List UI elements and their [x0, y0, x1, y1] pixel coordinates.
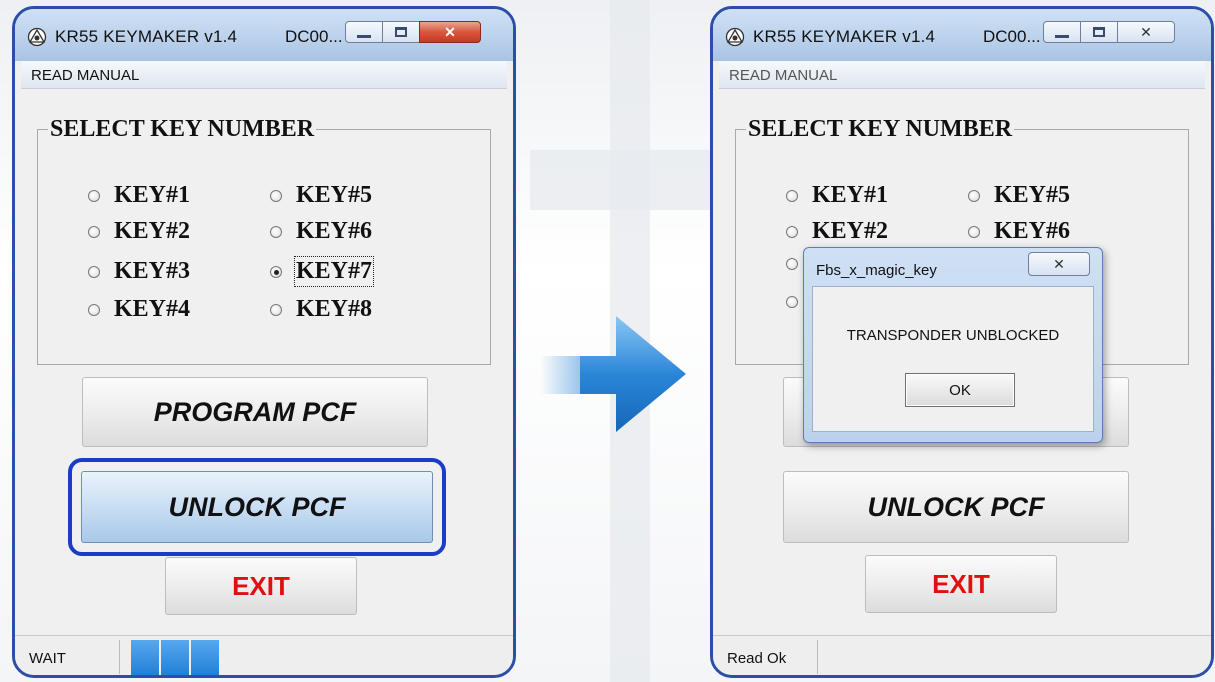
unlock-pcf-button[interactable]: UNLOCK PCF: [81, 471, 433, 543]
maximize-icon: [1093, 27, 1105, 37]
close-button[interactable]: ✕: [419, 21, 481, 43]
radio-label: KEY#1: [114, 182, 191, 208]
keymaker-app-icon: [27, 27, 47, 47]
radio-dot[interactable]: [786, 225, 798, 238]
radio-key-4[interactable]: KEY#4: [88, 296, 190, 323]
radio-label: KEY#5: [296, 182, 373, 208]
message-dialog: Fbs_x_magic_key ✕ TRANSPONDER UNBLOCKED …: [803, 247, 1103, 443]
dialog-body: TRANSPONDER UNBLOCKED OK: [812, 286, 1094, 432]
key-select-group: SELECT KEY NUMBER KEY#1 KEY#2 KEY#3 KEY#…: [37, 116, 491, 365]
radio-label: KEY#7: [293, 256, 375, 287]
radio-dot-checked[interactable]: [270, 265, 282, 278]
radio-dot[interactable]: [786, 258, 798, 270]
group-title: SELECT KEY NUMBER: [48, 116, 317, 143]
keymaker-window-before: KR55 KEYMAKER v1.4 DC00... ✕ READ MANUAL…: [12, 6, 516, 678]
window-title-extra: DC00...: [983, 27, 1041, 46]
radio-key-1[interactable]: KEY#1: [88, 182, 190, 209]
close-icon: ✕: [1053, 255, 1065, 272]
close-icon: ✕: [444, 23, 456, 40]
radio-dot[interactable]: [968, 189, 980, 202]
close-icon: ✕: [1140, 23, 1152, 40]
radio-key-2[interactable]: KEY#2: [786, 218, 888, 245]
status-text: WAIT: [29, 650, 66, 667]
radio-dot[interactable]: [88, 189, 100, 202]
menu-bar: READ MANUAL: [719, 61, 1205, 89]
title-bar[interactable]: KR55 KEYMAKER v1.4 DC00... ✕: [15, 9, 513, 61]
status-text: Read Ok: [727, 650, 787, 667]
status-divider: [119, 640, 120, 674]
radio-label: KEY#2: [114, 218, 191, 244]
exit-button[interactable]: EXIT: [165, 557, 357, 615]
radio-key-3[interactable]: KEY#3: [88, 258, 190, 285]
radio-label: KEY#5: [994, 182, 1071, 208]
radio-label: KEY#3: [114, 258, 191, 284]
minimize-button[interactable]: [345, 21, 383, 43]
maximize-icon: [395, 27, 407, 37]
program-pcf-button[interactable]: PROGRAM PCF: [82, 377, 428, 447]
radio-key-5[interactable]: KEY#5: [968, 182, 1070, 209]
keymaker-window-after: KR55 KEYMAKER v1.4 DC00... ✕ READ MANUAL…: [710, 6, 1214, 678]
progress-fill: [131, 640, 221, 675]
exit-button[interactable]: EXIT: [865, 555, 1057, 613]
dialog-close-button[interactable]: ✕: [1028, 252, 1090, 276]
radio-dot[interactable]: [88, 303, 100, 316]
status-divider: [817, 640, 818, 674]
keymaker-app-icon: [725, 27, 745, 47]
radio-label: KEY#4: [114, 296, 191, 322]
radio-key-6[interactable]: KEY#6: [270, 218, 372, 245]
maximize-button[interactable]: [1080, 21, 1118, 43]
radio-dot[interactable]: [968, 225, 980, 238]
background-panel: [530, 150, 710, 210]
radio-key-7[interactable]: KEY#7: [270, 256, 375, 287]
window-title-extra: DC00...: [285, 27, 343, 46]
radio-dot[interactable]: [88, 225, 100, 238]
minimize-icon: [1055, 34, 1069, 38]
maximize-button[interactable]: [382, 21, 420, 43]
minimize-button[interactable]: [1043, 21, 1081, 43]
dialog-ok-button[interactable]: OK: [905, 373, 1015, 407]
progress-bar: [131, 640, 391, 675]
radio-key-5[interactable]: KEY#5: [270, 182, 372, 209]
radio-key-8[interactable]: KEY#8: [270, 296, 372, 323]
unlock-pcf-button[interactable]: UNLOCK PCF: [783, 471, 1129, 543]
radio-key-1[interactable]: KEY#1: [786, 182, 888, 209]
radio-dot[interactable]: [88, 265, 100, 278]
dialog-message: TRANSPONDER UNBLOCKED: [846, 327, 1060, 344]
radio-dot[interactable]: [270, 303, 282, 316]
radio-key-6[interactable]: KEY#6: [968, 218, 1070, 245]
minimize-icon: [357, 34, 371, 38]
dialog-title: Fbs_x_magic_key: [816, 262, 937, 279]
menu-read-manual[interactable]: READ MANUAL: [31, 67, 139, 84]
menu-read-manual[interactable]: READ MANUAL: [729, 67, 837, 84]
radio-dot[interactable]: [786, 296, 798, 308]
radio-label: KEY#1: [812, 182, 889, 208]
radio-dot[interactable]: [786, 189, 798, 202]
window-title: KR55 KEYMAKER v1.4: [753, 27, 936, 46]
radio-dot[interactable]: [270, 225, 282, 238]
radio-label: KEY#6: [994, 218, 1071, 244]
close-button[interactable]: ✕: [1117, 21, 1175, 43]
status-bar: Read Ok: [713, 635, 1211, 675]
right-arrow-icon: [540, 316, 686, 432]
radio-dot[interactable]: [270, 189, 282, 202]
status-bar: WAIT: [15, 635, 513, 675]
window-title: KR55 KEYMAKER v1.4: [55, 27, 238, 46]
menu-bar: READ MANUAL: [21, 61, 507, 89]
group-title: SELECT KEY NUMBER: [746, 116, 1015, 143]
radio-label: KEY#8: [296, 296, 373, 322]
title-bar[interactable]: KR55 KEYMAKER v1.4 DC00... ✕: [713, 9, 1211, 61]
radio-key-2[interactable]: KEY#2: [88, 218, 190, 245]
radio-label: KEY#6: [296, 218, 373, 244]
radio-label: KEY#2: [812, 218, 889, 244]
